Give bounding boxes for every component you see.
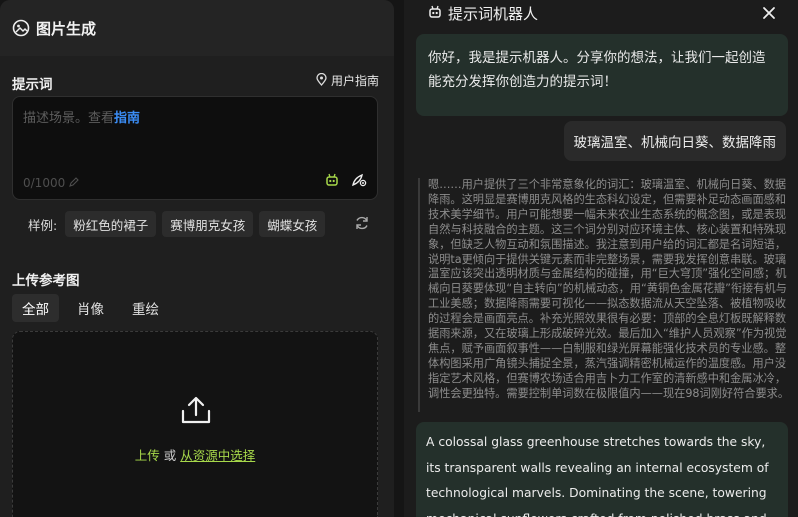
panel-header: 图片生成: [0, 0, 394, 56]
magic-brush-icon[interactable]: [351, 172, 367, 191]
user-message: 玻璃温室、机械向日葵、数据降雨: [563, 121, 786, 161]
upload-icon: [181, 396, 211, 428]
user-guide-label: 用户指南: [330, 74, 379, 88]
upload-link[interactable]: 上传: [135, 448, 160, 463]
close-icon[interactable]: [762, 5, 776, 24]
tab-portrait[interactable]: 肖像: [67, 294, 114, 322]
guide-link[interactable]: 指南: [114, 111, 140, 126]
upload-tabs: 全部 肖像 重绘: [12, 294, 169, 322]
upload-section-title: 上传参考图: [12, 273, 80, 289]
counter-text: 0/1000: [23, 176, 66, 190]
bot-thinking-text: 嗯……用户提供了三个非常意象化的词汇：玻璃温室、机械向日葵、数据降雨。这明显是赛…: [418, 178, 790, 412]
bot-header: 提示词机器人: [404, 0, 798, 26]
example-chip[interactable]: 蝴蝶女孩: [259, 211, 326, 237]
examples-label: 样例:: [28, 217, 58, 233]
placeholder-text: 描述场景。查看: [23, 111, 115, 126]
tab-all[interactable]: 全部: [12, 294, 59, 322]
prompt-placeholder: 描述场景。查看指南: [23, 107, 140, 126]
bot-title: 提示词机器人: [448, 4, 539, 23]
robot-icon[interactable]: [325, 172, 339, 191]
pen-icon: [69, 176, 79, 190]
example-chip[interactable]: 赛博朋克女孩: [162, 211, 254, 237]
upload-dropzone[interactable]: 上传 或 从资源中选择: [12, 331, 378, 517]
bot-answer-message: A colossal glass greenhouse stretches to…: [416, 422, 788, 517]
upload-or: 或: [163, 448, 177, 463]
prompt-input[interactable]: 描述场景。查看指南 0/1000: [12, 96, 378, 200]
example-chip[interactable]: 粉红色的裙子: [65, 211, 157, 237]
prompt-tools: [325, 172, 367, 191]
user-guide-link[interactable]: 用户指南: [316, 72, 379, 89]
prompt-bot-panel: 提示词机器人 你好，我是提示机器人。分享你的想法，让我们一起创造能充分发挥你创造…: [404, 0, 798, 517]
refresh-icon[interactable]: [354, 215, 370, 235]
image-gen-icon: [12, 19, 30, 37]
bot-greeting-message: 你好，我是提示机器人。分享你的想法，让我们一起创造能充分发挥你创造力的提示词！: [416, 34, 788, 116]
char-counter: 0/1000: [23, 176, 79, 190]
select-from-resources-link[interactable]: 从资源中选择: [180, 448, 255, 463]
location-pin-icon: [316, 72, 327, 89]
robot-icon: [428, 4, 442, 23]
prompt-section-title: 提示词: [12, 77, 53, 93]
examples-row: 样例: 粉红色的裙子 赛博朋克女孩 蝴蝶女孩: [12, 208, 378, 240]
upload-text: 上传 或 从资源中选择: [13, 445, 377, 464]
panel-title: 图片生成: [36, 19, 97, 38]
image-generation-panel: 图片生成 提示词 用户指南 描述场景。查看指南 0/1000 样例: 粉红色的裙…: [0, 0, 394, 517]
tab-redraw[interactable]: 重绘: [122, 294, 169, 322]
